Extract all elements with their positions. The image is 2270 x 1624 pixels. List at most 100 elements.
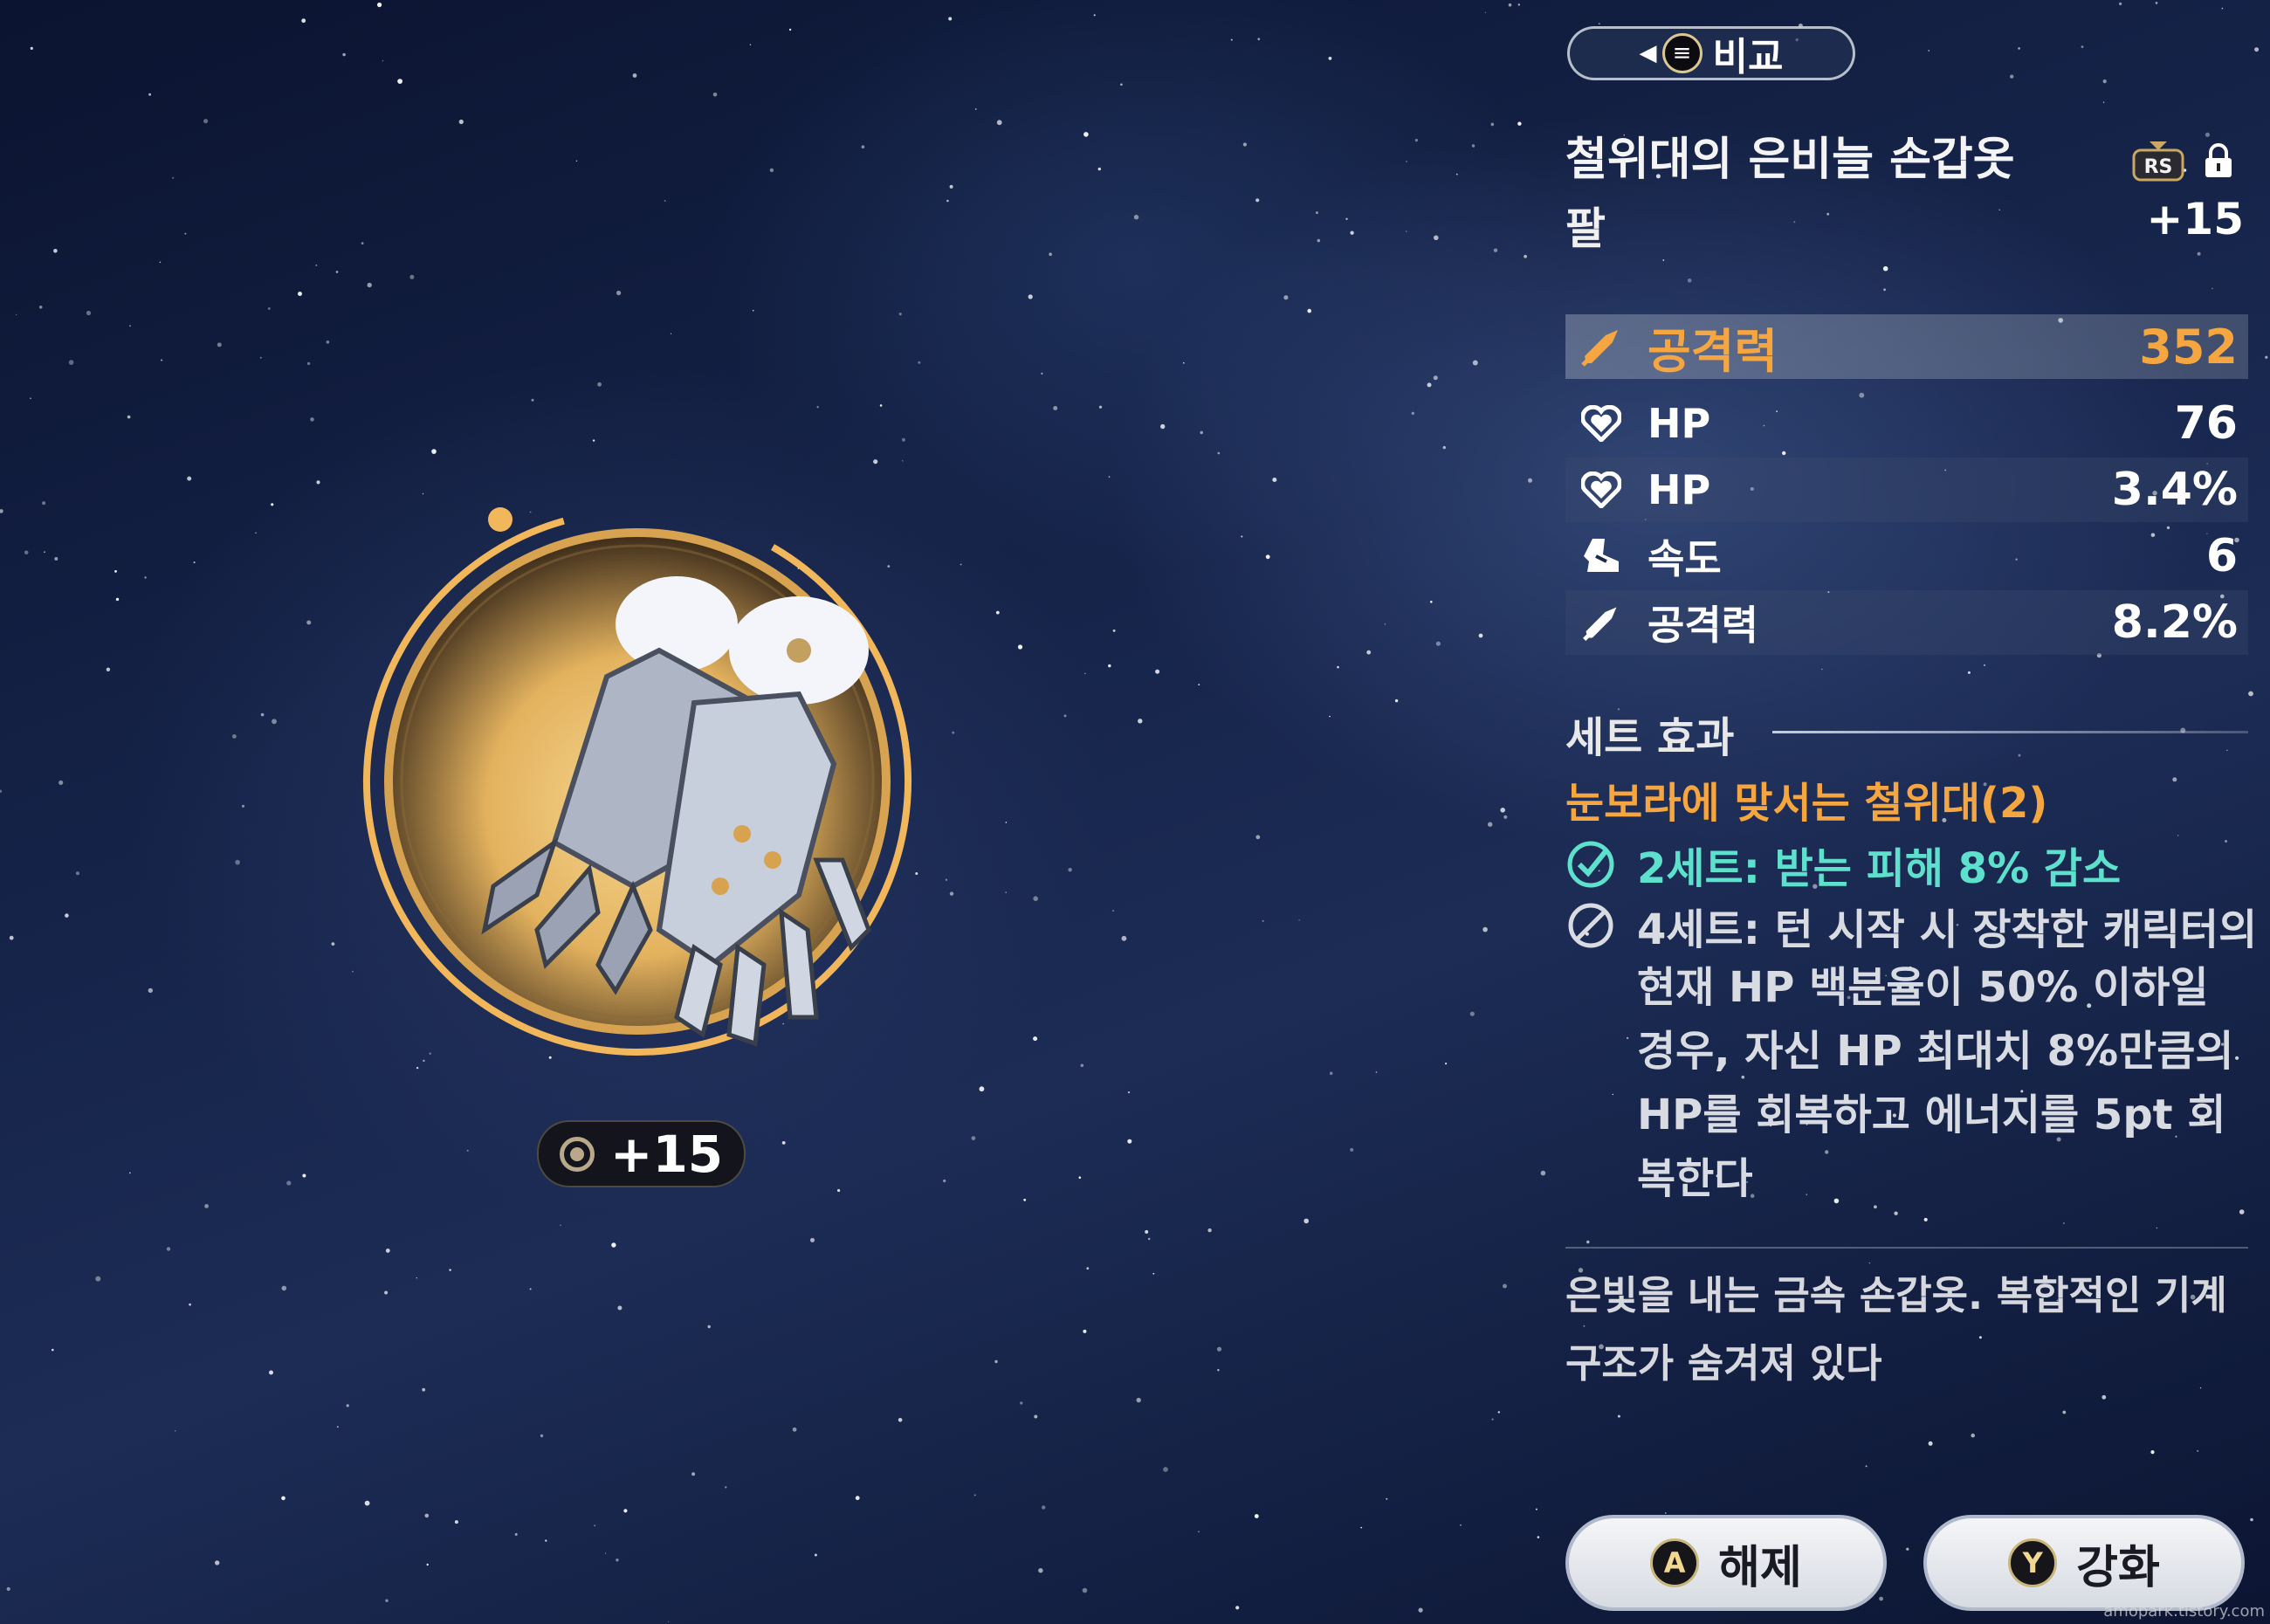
star xyxy=(1097,167,1102,171)
star xyxy=(2250,1517,2253,1522)
star xyxy=(1255,198,1260,203)
star xyxy=(1384,623,1386,625)
star xyxy=(1078,1176,1082,1179)
star xyxy=(1198,1531,1200,1532)
star xyxy=(855,1496,860,1501)
set-2-piece-text: 2세트: 받는 피해 8% 감소 xyxy=(1637,844,2122,893)
star xyxy=(529,1288,532,1290)
star xyxy=(632,73,637,78)
star xyxy=(1108,476,1111,478)
star xyxy=(616,1559,619,1562)
star xyxy=(0,789,3,793)
star xyxy=(1879,1596,1884,1601)
star xyxy=(1375,1071,1378,1073)
star xyxy=(814,1553,817,1557)
item-level: +15 xyxy=(2146,194,2244,244)
star xyxy=(1083,1329,1087,1333)
star xyxy=(1883,288,1887,292)
star xyxy=(1482,926,1488,932)
star xyxy=(235,859,240,865)
star xyxy=(2062,1410,2067,1414)
star xyxy=(272,719,277,725)
star xyxy=(193,561,196,564)
star xyxy=(364,1500,370,1506)
lock-icon[interactable] xyxy=(2204,143,2233,178)
star xyxy=(416,1276,417,1279)
star xyxy=(616,290,622,296)
star xyxy=(24,550,29,555)
star xyxy=(1155,669,1160,674)
star xyxy=(2119,2,2122,5)
star xyxy=(1038,1568,1043,1573)
star xyxy=(1033,1036,1038,1042)
star xyxy=(409,274,415,279)
star xyxy=(2102,79,2107,84)
star xyxy=(1350,231,1354,235)
star xyxy=(129,325,131,327)
item-name: 철위대의 은비늘 손갑옷 xyxy=(1565,134,2015,186)
star xyxy=(203,119,209,124)
enhance-button[interactable]: Y 강화 xyxy=(1923,1515,2245,1611)
star xyxy=(664,200,666,202)
star xyxy=(367,282,372,288)
compare-button[interactable]: ◀ ≡ 비교 xyxy=(1567,26,1855,80)
star xyxy=(1307,308,1311,313)
star xyxy=(1255,835,1261,840)
unequip-button[interactable]: A 해제 xyxy=(1565,1515,1887,1611)
star xyxy=(215,1560,220,1566)
star xyxy=(1906,1547,1909,1551)
boot-icon xyxy=(1584,539,1619,572)
star xyxy=(2172,777,2177,782)
star xyxy=(255,532,257,534)
star xyxy=(2156,1227,2158,1229)
set-2-piece-effect: 2세트: 받는 피해 8% 감소 xyxy=(1565,834,2121,895)
star xyxy=(949,184,953,189)
description-divider xyxy=(1565,1247,2248,1249)
star xyxy=(1366,650,1372,655)
star xyxy=(1411,411,1415,416)
star xyxy=(385,1249,390,1253)
star xyxy=(1928,50,1930,52)
star xyxy=(1200,430,1203,435)
stat-name: HP xyxy=(1647,466,1711,513)
star xyxy=(189,1303,192,1306)
compare-label: 비교 xyxy=(1712,35,1784,79)
star xyxy=(1508,3,1512,7)
stat-value: 6 xyxy=(2205,530,2238,582)
star xyxy=(298,292,302,296)
star xyxy=(271,503,274,506)
star xyxy=(816,406,819,409)
star xyxy=(952,731,955,734)
star xyxy=(691,1472,696,1476)
star xyxy=(1517,121,1522,126)
star xyxy=(1283,295,1289,300)
star xyxy=(184,232,187,235)
heart-icon xyxy=(1581,471,1621,508)
star xyxy=(174,1430,176,1432)
star xyxy=(781,1141,786,1145)
star xyxy=(127,415,131,419)
unequip-label: 해제 xyxy=(1718,1541,1802,1594)
stat-row: HP 76 xyxy=(1565,391,2248,456)
star xyxy=(301,18,306,24)
left-triangle-icon: ◀ xyxy=(1639,40,1657,66)
star xyxy=(617,1305,623,1311)
star xyxy=(1386,1497,1388,1500)
set-4-piece-effect: 4세트: 턴 시작 시 장착한 캐릭터의 현재 HP 백분율이 50% 이하일 … xyxy=(1565,895,2264,1211)
check-circle-icon xyxy=(1567,841,1614,888)
star xyxy=(1028,294,1033,299)
watermark: amopark.tistory.com xyxy=(2103,1602,2265,1621)
star xyxy=(898,1418,903,1422)
enhance-label: 강화 xyxy=(2076,1541,2160,1594)
star xyxy=(6,1586,10,1591)
sword-icon xyxy=(1583,607,1617,641)
star xyxy=(1160,423,1166,430)
star xyxy=(2063,1222,2065,1224)
star xyxy=(1460,1524,1462,1526)
star xyxy=(948,17,953,21)
star xyxy=(159,261,162,264)
star xyxy=(1145,1229,1149,1234)
sword-icon xyxy=(1581,330,1618,367)
stat-row: 공격력 8.2% xyxy=(1565,590,2248,655)
star xyxy=(545,1539,547,1542)
